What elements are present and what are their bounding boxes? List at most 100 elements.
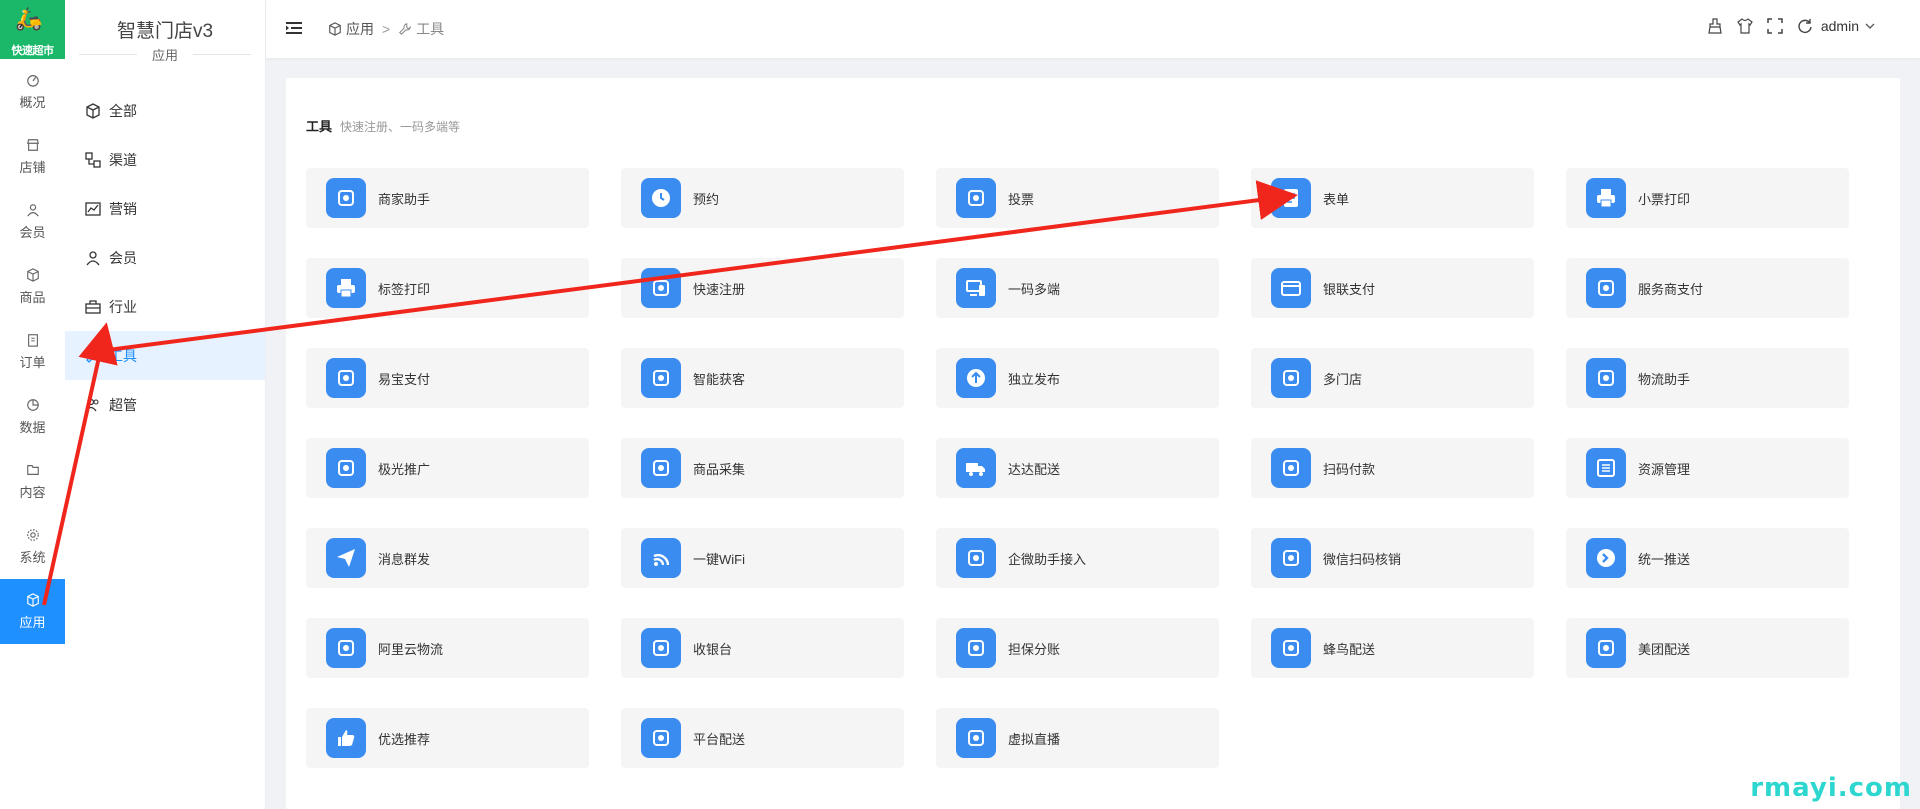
refresh-icon[interactable] [1797, 18, 1813, 34]
rail-item-3[interactable]: 商品 [0, 254, 65, 319]
app-card[interactable]: 标签打印 [306, 258, 589, 318]
pie-icon [26, 398, 40, 412]
app-title: 智慧门店v3 [116, 21, 214, 42]
app-card-label: 美团配送 [1638, 641, 1691, 657]
folder-icon [26, 463, 40, 477]
app-card[interactable]: 服务商支付 [1566, 258, 1849, 318]
app-card-label: 优选推荐 [378, 731, 431, 747]
app-card[interactable]: 投票 [936, 168, 1219, 228]
app-card[interactable]: 独立发布 [936, 348, 1219, 408]
aliyun-icon [326, 628, 366, 668]
chevron-down-icon[interactable] [1865, 21, 1875, 31]
app-card[interactable]: 达达配送 [936, 438, 1219, 498]
cube-icon [85, 102, 101, 119]
main-content: 工具 快速注册、一码多端等 商家助手 预约 投票 表单 小票打印 标签打印 快速注册 一码多端 银… [286, 78, 1900, 809]
sidebar-item-0[interactable]: 全部 [65, 86, 265, 135]
app-card[interactable]: 微信扫码核销 [1251, 528, 1534, 588]
app-card-label: 担保分账 [1008, 641, 1061, 657]
app-card-label: 统一推送 [1638, 551, 1691, 567]
app-card-label: 服务商支付 [1638, 281, 1704, 297]
app-card[interactable]: 平台配送 [621, 708, 904, 768]
sidebar-item-1[interactable]: 渠道 [65, 135, 265, 184]
app-card[interactable]: 一码多端 [936, 258, 1219, 318]
sidebar-item-5[interactable]: 工具 [65, 331, 265, 380]
app-card[interactable]: 物流助手 [1566, 348, 1849, 408]
top-header: 应用 > 工具 admin [266, 0, 1920, 58]
app-card[interactable]: 极光推广 [306, 438, 589, 498]
app-card[interactable]: 美团配送 [1566, 618, 1849, 678]
sidebar-item-label: 超管 [109, 396, 137, 413]
app-card[interactable]: 商品采集 [621, 438, 904, 498]
monitor-truck-icon [641, 718, 681, 758]
user-name[interactable]: admin [1821, 18, 1859, 34]
rail-item-5[interactable]: 数据 [0, 384, 65, 449]
menu-fold-icon[interactable] [286, 20, 302, 36]
rail-item-0[interactable]: 概况 [0, 59, 65, 124]
arrow-right-icon [1586, 538, 1626, 578]
store-logo[interactable]: 🛵 快速超市 [0, 0, 65, 59]
app-card[interactable]: 担保分账 [936, 618, 1219, 678]
rail-item-label: 店铺 [19, 159, 46, 175]
rail-item-4[interactable]: 订单 [0, 319, 65, 384]
wecom-icon [956, 538, 996, 578]
wrench-icon [399, 23, 412, 35]
app-card-label: 物流助手 [1638, 371, 1691, 387]
app-card-label: 微信扫码核销 [1323, 551, 1402, 567]
collect-icon [641, 448, 681, 488]
app-card[interactable]: 优选推荐 [306, 708, 589, 768]
app-card[interactable]: 表单 [1251, 168, 1534, 228]
rail-item-label: 数据 [19, 419, 46, 435]
app-card[interactable]: 小票打印 [1566, 168, 1849, 228]
rail-item-1[interactable]: 店铺 [0, 124, 65, 189]
app-card[interactable]: 企微助手接入 [936, 528, 1219, 588]
theme-shirt-icon[interactable] [1737, 18, 1753, 34]
breadcrumb-separator: > [382, 21, 391, 37]
rail-item-label: 概况 [19, 94, 46, 110]
wifi-icon [641, 538, 681, 578]
rail-item-8[interactable]: 应用 [0, 579, 65, 644]
app-card[interactable]: 蜂鸟配送 [1251, 618, 1534, 678]
yeepay-icon [326, 358, 366, 398]
rail-item-2[interactable]: 会员 [0, 189, 65, 254]
app-card[interactable]: 银联支付 [1251, 258, 1534, 318]
app-grid: 商家助手 预约 投票 表单 小票打印标签打印 快速注册 一码多端 银联支付 服务商支付易宝支付 智… [306, 168, 1849, 768]
app-card-label: 达达配送 [1008, 461, 1061, 477]
app-card-label: 投票 [1008, 191, 1035, 207]
app-card[interactable]: 智能获客 [621, 348, 904, 408]
split-icon [956, 628, 996, 668]
app-card-label: 阿里云物流 [378, 641, 444, 657]
fullscreen-icon[interactable] [1767, 18, 1783, 34]
app-card-label: 小票打印 [1638, 191, 1691, 207]
app-card-label: 消息群发 [378, 551, 431, 567]
main-rail: 🛵 快速超市 概况店铺会员 商品 订单数据内容系统 应用 [0, 0, 66, 809]
logo-text: 快速超市 [11, 45, 55, 57]
sidebar-item-4[interactable]: 行业 [65, 282, 265, 331]
app-card[interactable]: 快速注册 [621, 258, 904, 318]
breadcrumb-item-tools: 工具 [416, 21, 445, 37]
app-card[interactable]: 多门店 [1251, 348, 1534, 408]
app-card[interactable]: 预约 [621, 168, 904, 228]
app-card[interactable]: 收银台 [621, 618, 904, 678]
watermark: rmayi.com [1750, 773, 1912, 803]
sidebar-item-label: 行业 [109, 298, 137, 315]
rail-item-7[interactable]: 系统 [0, 514, 65, 579]
app-card[interactable]: 虚拟直播 [936, 708, 1219, 768]
app-card[interactable]: 统一推送 [1566, 528, 1849, 588]
breadcrumb-item-app[interactable]: 应用 [346, 19, 374, 39]
app-card[interactable]: 商家助手 [306, 168, 589, 228]
gear-icon [26, 528, 40, 542]
cleaning-icon[interactable] [1707, 18, 1723, 34]
sidebar-item-3[interactable]: 会员 [65, 233, 265, 282]
app-card[interactable]: 扫码付款 [1251, 438, 1534, 498]
app-card-label: 极光推广 [378, 461, 431, 477]
app-card[interactable]: 阿里云物流 [306, 618, 589, 678]
app-card[interactable]: 易宝支付 [306, 348, 589, 408]
rail-item-6[interactable]: 内容 [0, 449, 65, 514]
chart-icon [85, 201, 101, 217]
rail-item-label: 内容 [19, 484, 46, 500]
sidebar-item-2[interactable]: 营销 [65, 184, 265, 233]
sidebar-item-6[interactable]: 超管 [65, 380, 265, 429]
app-card[interactable]: 一键WiFi [621, 528, 904, 588]
app-card[interactable]: 资源管理 [1566, 438, 1849, 498]
app-card[interactable]: 消息群发 [306, 528, 589, 588]
